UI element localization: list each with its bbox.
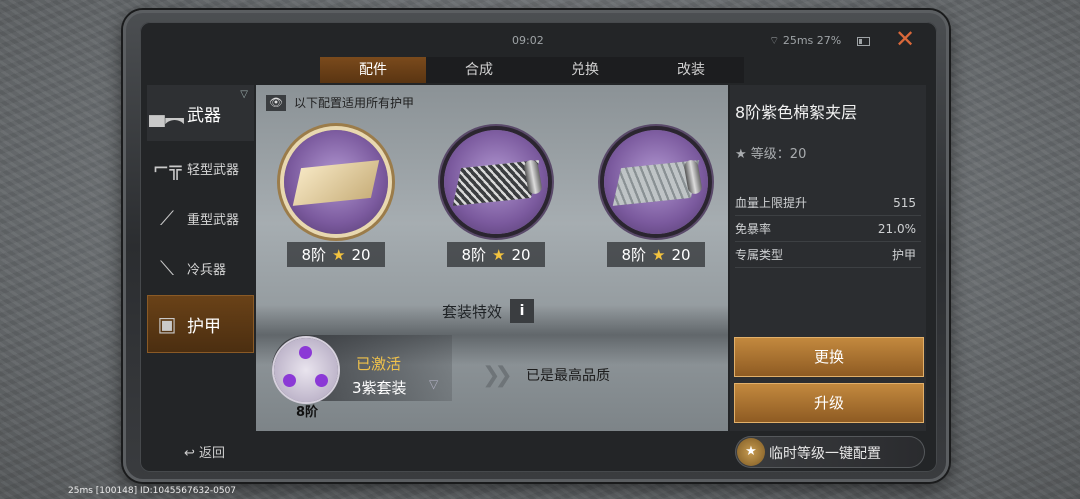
top-tabs: 配件 合成 兑换 改装 — [320, 57, 744, 83]
set-effect-title: 套装特效 i — [442, 299, 535, 323]
sidebar-item-weapon[interactable]: ▄︻ 武器 ▽ — [147, 85, 254, 141]
close-icon[interactable]: ✕ — [893, 27, 917, 51]
item-level: ★ 等级：20 — [735, 147, 807, 162]
star-icon: ★ — [735, 147, 747, 162]
chevron-down-icon: ▽ — [240, 89, 248, 100]
part-slot — [604, 130, 708, 234]
sidebar-item-melee[interactable]: ⟍ 冷兵器 — [147, 243, 254, 293]
knife-icon: ⟍ — [160, 256, 174, 280]
parts-panel: 👁 以下配置适用所有护甲 8阶 ★ 20 8阶 ★ 20 8阶 ★ 20 套装特… — [256, 85, 728, 431]
chevron-down-icon[interactable]: ▽ — [429, 377, 438, 391]
battery-icon — [857, 37, 870, 46]
tab-synthesis[interactable]: 合成 — [426, 57, 532, 83]
star-icon: ★ — [492, 245, 506, 264]
part-item-3[interactable]: 8阶 ★ 20 — [596, 130, 716, 267]
category-sidebar: ▄︻ 武器 ▽ ⌐╦ 轻型武器 ⟋ 重型武器 ⟍ 冷兵器 ▣ 护甲 — [147, 85, 254, 430]
double-chevron-icon: ❯❯ — [482, 363, 513, 388]
quick-config-button[interactable]: ★ 临时等级一键配置 — [735, 436, 925, 468]
set-name: 3紫套装 — [352, 379, 407, 397]
star-icon: ★ — [652, 245, 666, 264]
stat-row: 免暴率 21.0% — [735, 217, 921, 242]
wifi-icon: ⌔ — [769, 34, 780, 47]
set-emblem[interactable] — [274, 338, 338, 402]
part-item-1[interactable]: 8阶 ★ 20 — [276, 130, 396, 267]
set-status: 已激活 — [356, 355, 402, 373]
upgrade-button[interactable]: 升级 — [734, 383, 924, 423]
sidebar-item-heavy-weapon[interactable]: ⟋ 重型武器 — [147, 193, 254, 243]
tab-exchange[interactable]: 兑换 — [532, 57, 638, 83]
star-icon: ★ — [332, 245, 346, 264]
set-tier: 8阶 — [296, 405, 319, 420]
sidebar-item-armor[interactable]: ▣ 护甲 — [147, 295, 254, 353]
part-slot — [444, 130, 548, 234]
fabric-icon — [292, 160, 380, 206]
replace-button[interactable]: 更换 — [734, 337, 924, 377]
stat-row: 血量上限提升 515 — [735, 191, 921, 216]
detail-panel: 8阶紫色棉絮夹层 ★ 等级：20 血量上限提升 515 免暴率 21.0% 专属… — [730, 85, 926, 431]
smg-icon: ⌐╦ — [152, 156, 182, 180]
part-item-2[interactable]: 8阶 ★ 20 — [436, 130, 556, 267]
tab-modify[interactable]: 改装 — [638, 57, 744, 83]
vest-icon: ▣ — [157, 312, 177, 336]
part-caption: 8阶 ★ 20 — [607, 242, 705, 267]
pistol-icon: ▄︻ — [149, 102, 185, 127]
purple-dot — [299, 346, 312, 359]
eye-icon: 👁 — [266, 94, 286, 111]
max-quality-text: 已是最高品质 — [526, 368, 610, 384]
purple-dot — [315, 374, 328, 387]
medal-icon: ★ — [737, 438, 765, 466]
part-caption: 8阶 ★ 20 — [447, 242, 545, 267]
notice: 👁 以下配置适用所有护甲 — [266, 94, 414, 111]
back-arrow-icon: ↩ — [184, 446, 195, 461]
purple-dot — [283, 374, 296, 387]
status-bar: 09:02 ⌔ 25ms 27% — [0, 34, 1080, 50]
stat-row: 专属类型 护甲 — [735, 243, 921, 268]
network-latency: ⌔ 25ms 27% — [769, 34, 842, 47]
item-title: 8阶紫色棉絮夹层 — [735, 103, 858, 122]
back-button[interactable]: ↩ 返回 — [184, 442, 225, 461]
part-caption: 8阶 ★ 20 — [287, 242, 385, 267]
tab-parts[interactable]: 配件 — [320, 57, 426, 83]
info-button[interactable]: i — [510, 299, 535, 323]
launcher-icon: ⟋ — [160, 206, 174, 230]
sidebar-item-light-weapon[interactable]: ⌐╦ 轻型武器 — [147, 143, 254, 193]
clock: 09:02 — [512, 34, 544, 47]
bottom-info: 25ms [100148] ID:1045567632-0507 — [68, 486, 237, 496]
part-slot — [284, 130, 388, 234]
